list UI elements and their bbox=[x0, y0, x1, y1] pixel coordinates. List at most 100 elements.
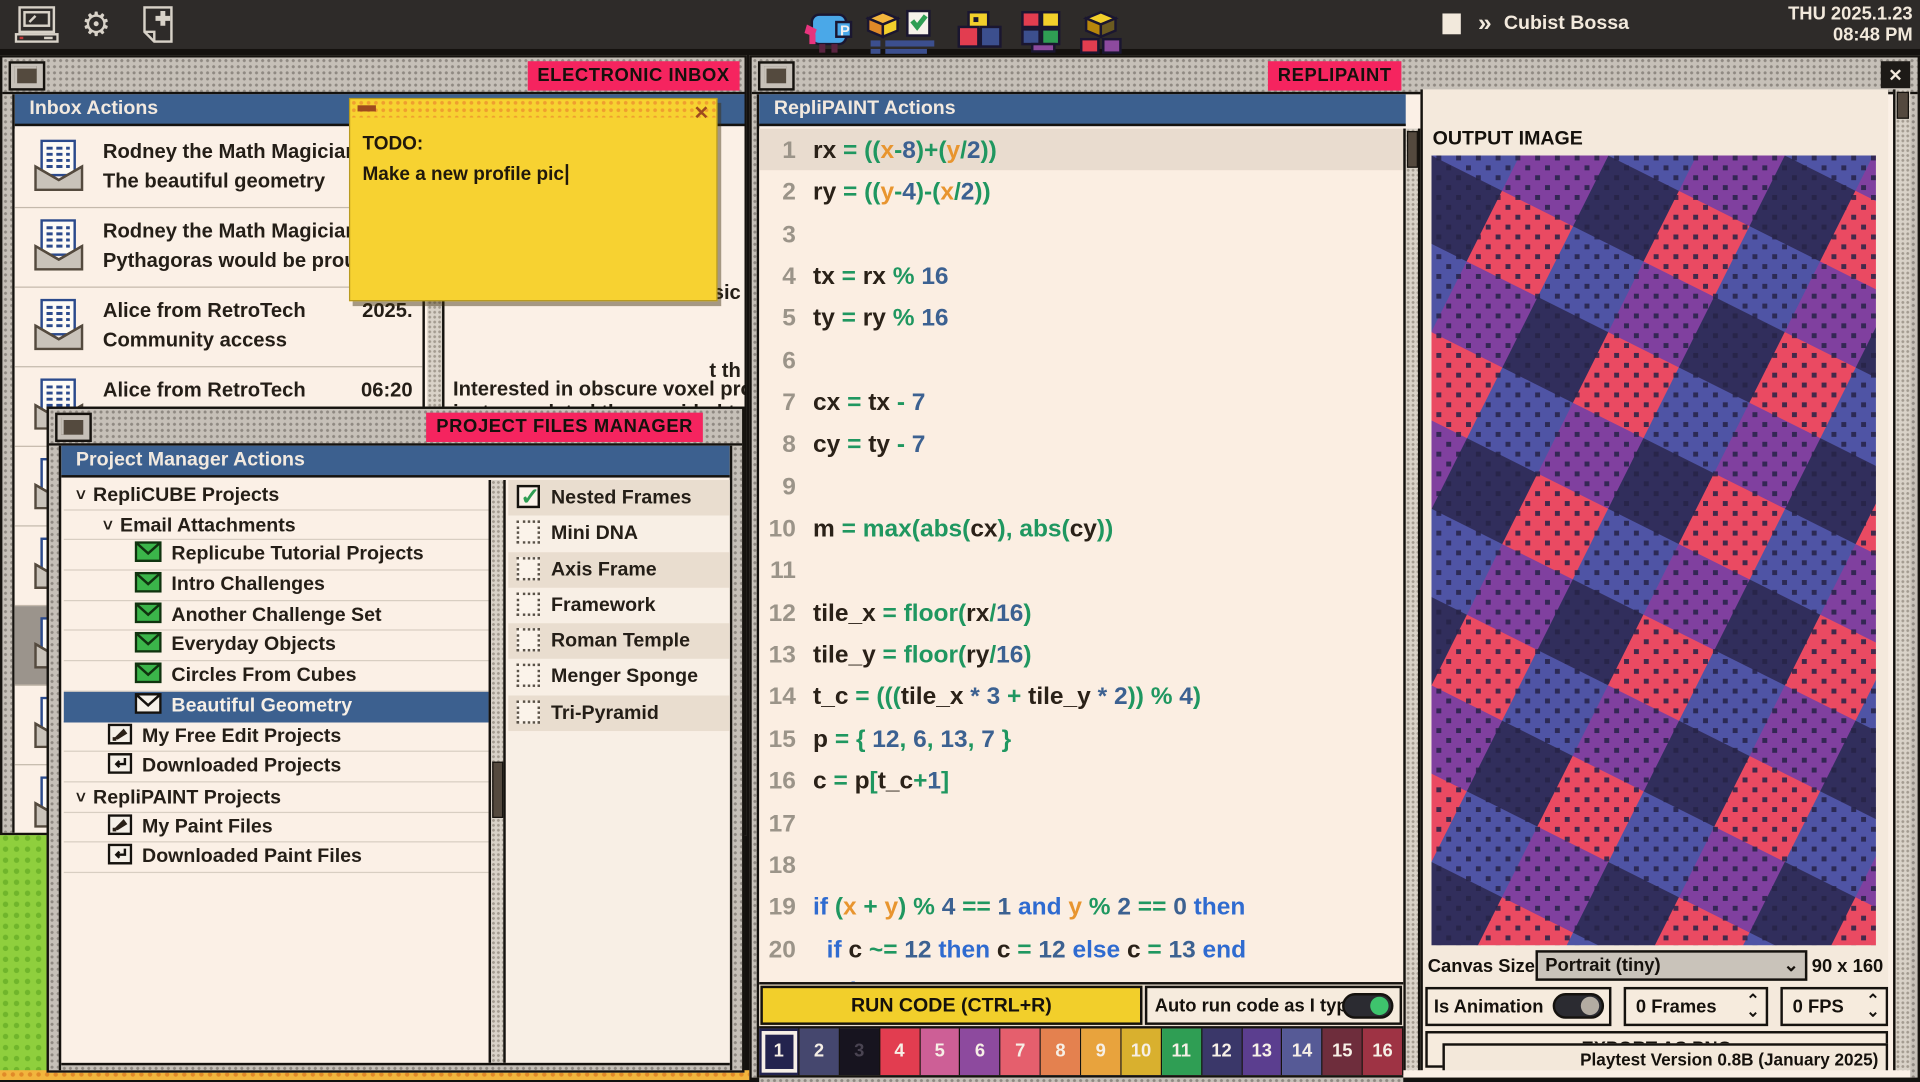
output-scrollbar[interactable] bbox=[1893, 89, 1911, 1071]
code-line[interactable]: 15 p = { 12, 6, 13, 7 } bbox=[759, 717, 1403, 759]
window-control-icon[interactable] bbox=[55, 412, 92, 443]
sticky-note-body[interactable]: Make a new profile pic​ bbox=[362, 164, 568, 186]
file-checkbox[interactable] bbox=[516, 592, 541, 616]
code-line[interactable]: 20 if c ~= 12 then c = 12 else c = 13 en… bbox=[759, 928, 1403, 970]
project-tree-item[interactable]: My Free Edit Projects bbox=[63, 722, 489, 753]
code-line[interactable]: 8 cy = ty - 7 bbox=[759, 423, 1403, 465]
project-tree-item[interactable]: Intro Challenges bbox=[63, 571, 489, 601]
code-line[interactable]: 4 tx = rx % 16 bbox=[759, 255, 1403, 297]
project-manager-titlebar[interactable]: PROJECT FILES MANAGER bbox=[48, 408, 743, 446]
project-tree-item[interactable]: Downloaded Paint Files bbox=[63, 843, 489, 873]
settings-gear-icon[interactable]: ⚙ bbox=[81, 6, 111, 43]
code-line[interactable]: 7 cx = tx - 7 bbox=[759, 381, 1403, 423]
chevron-down-icon[interactable]: ˅ bbox=[76, 782, 93, 811]
code-line[interactable]: 2 ry = ((y-4)-(x/2)) bbox=[759, 171, 1403, 213]
code-line[interactable]: 16 c = p[t_c+1] bbox=[759, 759, 1403, 801]
code-line[interactable]: 1 rx = ((x-8)+(y/2)) bbox=[759, 128, 1404, 171]
code-line[interactable]: 3 bbox=[759, 213, 1403, 255]
close-icon[interactable]: ✕ bbox=[694, 102, 709, 124]
frames-stepper[interactable]: ⌃ ⌄ bbox=[1746, 992, 1759, 1019]
project-tasks-app-icon[interactable] bbox=[864, 9, 944, 60]
project-tree-item[interactable]: Beautiful Geometry bbox=[63, 691, 489, 722]
file-list-item[interactable]: Framework bbox=[508, 588, 730, 624]
code-line[interactable]: 11 bbox=[759, 549, 1403, 591]
cube-pair-app-icon[interactable] bbox=[1076, 10, 1127, 60]
project-tree-scrollbar[interactable] bbox=[488, 480, 506, 1063]
arrow-down-icon[interactable]: ⌄ bbox=[1866, 1002, 1879, 1020]
file-list-item[interactable]: Mini DNA bbox=[508, 516, 730, 552]
project-tree-item[interactable]: ˅ RepliCUBE Projects bbox=[63, 480, 489, 511]
palette-color-7[interactable]: 7 bbox=[1000, 1028, 1041, 1076]
palette-color-2[interactable]: 2 bbox=[799, 1028, 840, 1076]
canvas-size-dropdown[interactable]: Portrait (tiny) ⌄ bbox=[1535, 950, 1808, 981]
voxel-stack-app-icon[interactable] bbox=[954, 10, 1008, 60]
new-document-icon[interactable] bbox=[142, 6, 174, 49]
is-animation-toggle[interactable] bbox=[1552, 993, 1605, 1019]
file-checkbox[interactable] bbox=[516, 664, 541, 688]
paint-mailbox-app-icon[interactable]: P bbox=[800, 10, 859, 60]
code-line[interactable]: 12 tile_x = floor(rx/16) bbox=[759, 591, 1403, 633]
code-line[interactable]: 6 bbox=[759, 339, 1403, 381]
project-manager-menu[interactable]: Project Manager Actions bbox=[61, 445, 730, 478]
palette-color-9[interactable]: 9 bbox=[1081, 1028, 1122, 1076]
palette-color-3[interactable]: 3 bbox=[839, 1028, 880, 1076]
code-editor[interactable]: 1 rx = ((x-8)+(y/2)) 2 ry = ((y-4)-(x/2)) 3 4… bbox=[759, 128, 1404, 983]
code-scrollbar[interactable] bbox=[1403, 128, 1421, 1071]
code-line[interactable]: 18 bbox=[759, 843, 1403, 885]
project-tree-item[interactable]: ˅ Email Attachments bbox=[63, 510, 489, 541]
window-control-icon[interactable] bbox=[8, 61, 46, 91]
project-tree-item[interactable]: Replicube Tutorial Projects bbox=[63, 540, 489, 571]
sticky-note[interactable]: ✕ TODO: Make a new profile pic​ bbox=[348, 97, 718, 302]
code-line[interactable]: 9 bbox=[759, 465, 1403, 507]
chevron-down-icon[interactable]: ˅ bbox=[103, 510, 120, 539]
palette-color-10[interactable]: 10 bbox=[1121, 1028, 1162, 1076]
code-scrollbar-handle[interactable] bbox=[1406, 131, 1418, 168]
code-line[interactable]: 5 ty = ry % 16 bbox=[759, 297, 1403, 339]
minimize-icon[interactable] bbox=[357, 105, 376, 112]
computer-icon[interactable] bbox=[14, 6, 59, 49]
tree-scrollbar-handle[interactable] bbox=[492, 761, 504, 818]
project-tree-item[interactable]: Another Challenge Set bbox=[63, 601, 489, 632]
project-tree-item[interactable]: Everyday Objects bbox=[63, 631, 489, 662]
fps-stepper[interactable]: ⌃ ⌄ bbox=[1866, 992, 1879, 1019]
file-list-item[interactable]: Tri-Pyramid bbox=[508, 695, 730, 732]
close-button[interactable]: ✕ bbox=[1880, 61, 1911, 89]
palette-color-1[interactable]: 1 bbox=[759, 1028, 800, 1076]
file-checkbox[interactable]: ✓ bbox=[516, 484, 541, 511]
palette-color-8[interactable]: 8 bbox=[1040, 1028, 1082, 1076]
palette-color-16[interactable]: 16 bbox=[1363, 1028, 1404, 1076]
sticky-note-header[interactable] bbox=[350, 99, 717, 118]
project-tree-item[interactable]: My Paint Files bbox=[63, 813, 489, 843]
palette-color-11[interactable]: 11 bbox=[1161, 1028, 1202, 1076]
file-checkbox[interactable] bbox=[516, 700, 541, 724]
inbox-titlebar[interactable]: ELECTRONIC INBOX bbox=[2, 57, 745, 95]
run-code-button[interactable]: RUN CODE (CTRL+R) bbox=[760, 985, 1143, 1025]
file-checkbox[interactable] bbox=[516, 628, 541, 652]
project-tree-item[interactable]: ˅ RepliPAINT Projects bbox=[63, 782, 489, 813]
skip-icon[interactable]: » bbox=[1478, 10, 1492, 37]
chevron-down-icon[interactable]: ˅ bbox=[76, 480, 93, 509]
project-tree-item[interactable]: Downloaded Projects bbox=[63, 752, 489, 783]
code-line[interactable]: 10 m = max(abs(cx), abs(cy)) bbox=[759, 507, 1403, 549]
output-scrollbar-handle[interactable] bbox=[1896, 91, 1909, 119]
file-list-item[interactable]: ✓ Nested Frames bbox=[508, 480, 730, 516]
auto-run-toggle[interactable] bbox=[1342, 993, 1394, 1019]
file-list-item[interactable]: Axis Frame bbox=[508, 551, 730, 588]
palette-color-4[interactable]: 4 bbox=[879, 1028, 921, 1076]
code-line[interactable]: 21end bbox=[759, 970, 1403, 982]
file-checkbox[interactable] bbox=[516, 556, 541, 580]
stop-icon[interactable] bbox=[1442, 13, 1461, 35]
palette-color-15[interactable]: 15 bbox=[1322, 1028, 1364, 1076]
arrow-down-icon[interactable]: ⌄ bbox=[1746, 1002, 1759, 1020]
project-tree-item[interactable]: Circles From Cubes bbox=[63, 661, 489, 692]
file-checkbox[interactable] bbox=[516, 520, 541, 545]
file-list-item[interactable]: Menger Sponge bbox=[508, 659, 730, 695]
window-control-icon[interactable] bbox=[757, 61, 795, 91]
code-line[interactable]: 13 tile_y = floor(ry/16) bbox=[759, 633, 1403, 675]
palette-color-12[interactable]: 12 bbox=[1201, 1028, 1243, 1076]
palette-color-13[interactable]: 13 bbox=[1242, 1028, 1283, 1076]
palette-color-14[interactable]: 14 bbox=[1282, 1028, 1323, 1076]
paint-cubes-app-icon[interactable] bbox=[1015, 10, 1071, 60]
code-line[interactable]: 14 t_c = (((tile_x * 3 + tile_y * 2)) % 4… bbox=[759, 675, 1403, 717]
palette-color-5[interactable]: 5 bbox=[920, 1028, 961, 1076]
